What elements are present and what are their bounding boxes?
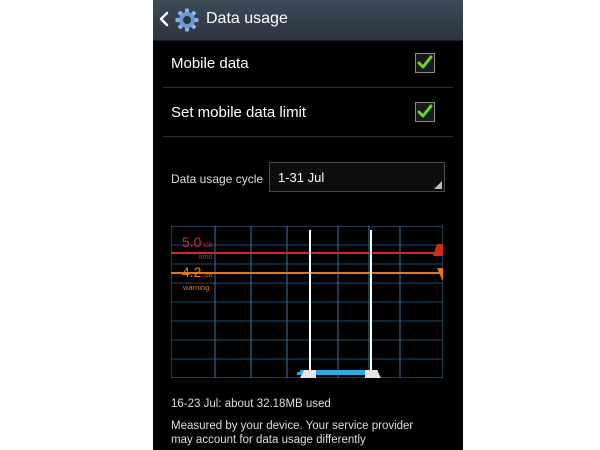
mobile-data-checkbox[interactable]	[415, 53, 435, 73]
data-usage-cycle-dropdown[interactable]: 1-31 Jul	[269, 162, 445, 192]
checkmark-icon	[417, 104, 433, 118]
data-usage-cycle-label: Data usage cycle	[171, 172, 264, 186]
mobile-data-label: Mobile data	[171, 55, 249, 72]
page-title: Data usage	[206, 10, 288, 27]
limit-label: limit	[199, 252, 213, 261]
gear-icon	[175, 8, 199, 32]
disclaimer-line-2: may account for data usage differently	[171, 434, 366, 446]
row-divider	[163, 87, 453, 88]
limit-value: 5.0	[182, 234, 202, 250]
dropdown-corner-icon	[434, 181, 442, 189]
warning-unit: GB	[204, 273, 213, 279]
mobile-data-row[interactable]: Mobile data	[153, 40, 463, 88]
disclaimer-line-1: Measured by your device. Your service pr…	[171, 420, 414, 432]
checkmark-icon	[417, 55, 433, 69]
limit-unit: GB	[204, 243, 213, 249]
usage-summary: 16-23 Jul: about 32.18MB used	[171, 398, 331, 410]
phone-screen: Data usage Mobile data Set mobile data l…	[153, 0, 463, 450]
warning-value: 4.2	[182, 264, 202, 280]
set-data-limit-row[interactable]: Set mobile data limit	[153, 89, 463, 137]
set-data-limit-label: Set mobile data limit	[171, 104, 307, 121]
back-chevron-icon[interactable]	[158, 9, 170, 29]
set-data-limit-checkbox[interactable]	[415, 102, 435, 122]
warning-label: warning	[182, 283, 209, 292]
data-usage-chart[interactable]: 5.0 GB limit 4.2 GB warning	[171, 226, 443, 378]
cycle-value: 1-31 Jul	[278, 170, 325, 185]
action-bar: Data usage	[153, 0, 463, 41]
row-divider	[163, 136, 453, 137]
